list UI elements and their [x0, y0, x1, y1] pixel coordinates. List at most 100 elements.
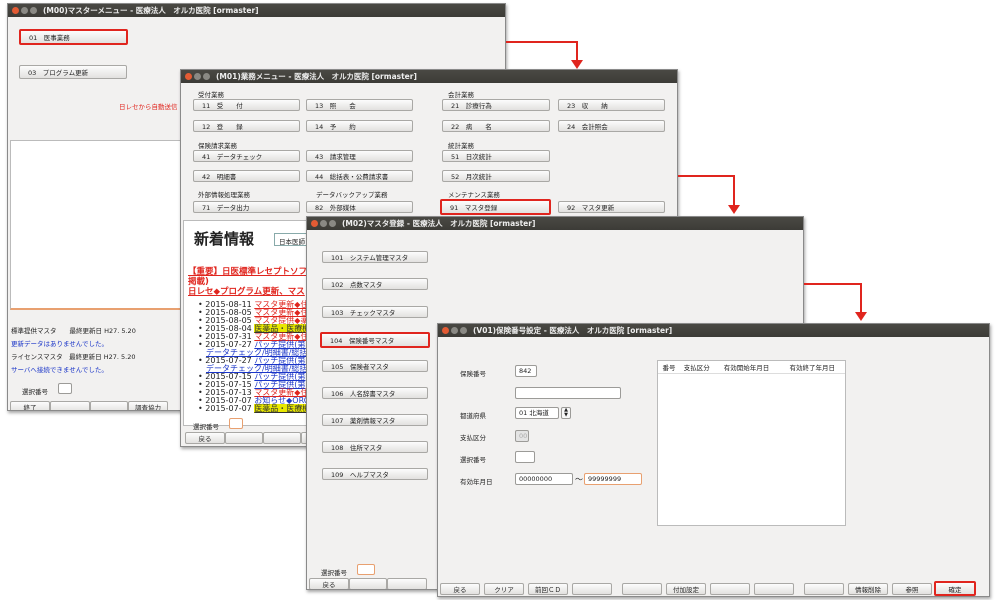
close-icon[interactable]: [311, 220, 318, 227]
fkey-prev-cd-button[interactable]: 前回ＣＤ: [528, 583, 568, 595]
prefecture-spin-icon[interactable]: ▲ ▼: [561, 407, 571, 419]
menu-11-reception-button[interactable]: 11 受 付: [193, 99, 300, 111]
fkey-8-button[interactable]: [754, 583, 794, 595]
menu-82-external-media-button[interactable]: 82 外部媒体: [306, 201, 413, 213]
news-important-3[interactable]: 日レセ◆プログラム更新、マス: [188, 285, 305, 297]
fkey-extra-settings-button[interactable]: 付加設定: [666, 583, 706, 595]
master-106-button[interactable]: 106 人名辞書マスタ: [322, 387, 428, 399]
license-master-info: ライセンスマスタ 最終更新日 H27. 5.20: [11, 353, 136, 361]
menu-12-register-button[interactable]: 12 登 録: [193, 120, 300, 132]
maximize-icon[interactable]: [329, 220, 336, 227]
table-header: 番号 支払区分 有効開始年月日 有効終了年月日: [658, 361, 845, 374]
fkey-delete-info-button[interactable]: 情報削除: [848, 583, 888, 595]
auto-send-notice: 日レセから自動送信: [119, 103, 178, 111]
valid-to-input[interactable]: 99999999: [584, 473, 642, 485]
m00-fkey-2[interactable]: [50, 401, 90, 410]
maximize-icon[interactable]: [30, 7, 37, 14]
master-104-button[interactable]: 104 保険番号マスタ: [320, 332, 430, 348]
close-icon[interactable]: [442, 327, 449, 334]
m00-fkey-survey[interactable]: 調査協力: [128, 401, 168, 410]
menu-91-master-register-button[interactable]: 91 マスタ登録: [440, 199, 551, 215]
menu-13-inquiry-button[interactable]: 13 照 会: [306, 99, 413, 111]
m01-fkey-3[interactable]: [263, 432, 301, 444]
m02-fkey-back[interactable]: 戻る: [309, 578, 349, 589]
payment-class-label: 支払区分: [460, 434, 486, 442]
menu-22-disease-button[interactable]: 22 病 名: [442, 120, 550, 132]
m00-fkey-end[interactable]: 終了: [10, 401, 50, 410]
menu-03-program-update-button[interactable]: 03 プログラム更新: [19, 65, 127, 79]
menu-41-data-check-button[interactable]: 41 データチェック: [193, 150, 300, 162]
col-payclass-header[interactable]: 支払区分: [680, 362, 714, 372]
select-no-input[interactable]: [515, 451, 535, 463]
menu-23-payment-button[interactable]: 23 収 納: [558, 99, 665, 111]
m01-fkey-2[interactable]: [225, 432, 263, 444]
master-102-button[interactable]: 102 点数マスタ: [322, 278, 428, 290]
fkey-4-button[interactable]: [572, 583, 612, 595]
fkey-9-button[interactable]: [804, 583, 844, 595]
menu-43-claim-manage-button[interactable]: 43 請求管理: [306, 150, 413, 162]
section-reception: 受付業務: [198, 91, 224, 99]
minimize-icon[interactable]: [320, 220, 327, 227]
master-101-button[interactable]: 101 システム管理マスタ: [322, 251, 428, 263]
select-no-label: 選択番号: [460, 456, 486, 464]
m02-select-input[interactable]: [357, 564, 375, 575]
m01-select-label: 選択番号: [193, 423, 219, 431]
m00-titlebar[interactable]: (M00)マスターメニュー - 医療法人 オルカ医院 [ormaster]: [8, 4, 505, 17]
fkey-confirm-button[interactable]: 確定: [934, 581, 976, 596]
m00-fkey-3[interactable]: [90, 401, 128, 410]
news-title: 新着情報: [194, 230, 255, 248]
prefecture-select[interactable]: 01 北海道: [515, 407, 559, 419]
col-end-header[interactable]: 有効終了年月日: [779, 362, 845, 372]
menu-42-statement-button[interactable]: 42 明細書: [193, 170, 300, 182]
minimize-icon[interactable]: [21, 7, 28, 14]
menu-21-treatment-button[interactable]: 21 診療行為: [442, 99, 550, 111]
maximize-icon[interactable]: [203, 73, 210, 80]
std-master-info: 標準提供マスタ 最終更新日 H27. 5.20: [11, 327, 136, 335]
fkey-back-button[interactable]: 戻る: [440, 583, 480, 595]
news-link[interactable]: 医薬品・医療機: [254, 404, 311, 413]
valid-from-input[interactable]: 00000000: [515, 473, 573, 485]
tilde-label: ～: [575, 475, 583, 484]
master-105-button[interactable]: 105 保険者マスタ: [322, 360, 428, 372]
m02-title: (M02)マスタ登録 - 医療法人 オルカ医院 [ormaster]: [342, 219, 536, 228]
master-103-button[interactable]: 103 チェックマスタ: [322, 306, 428, 318]
m01-select-input[interactable]: [229, 418, 243, 429]
fkey-clear-button[interactable]: クリア: [484, 583, 524, 595]
master-108-button[interactable]: 108 住所マスタ: [322, 441, 428, 453]
valid-date-label: 有効年月日: [460, 478, 493, 486]
license-master-status: サーバへ接続できませんでした。: [11, 366, 108, 374]
menu-52-monthly-stats-button[interactable]: 52 月次統計: [442, 170, 550, 182]
v01-titlebar[interactable]: (V01)保険番号設定 - 医療法人 オルカ医院 [ormaster]: [438, 324, 989, 337]
close-icon[interactable]: [185, 73, 192, 80]
m02-fkey-2[interactable]: [349, 578, 387, 589]
col-number-header[interactable]: 番号: [658, 362, 680, 372]
fkey-reference-button[interactable]: 参照: [892, 583, 932, 595]
minimize-icon[interactable]: [194, 73, 201, 80]
m01-titlebar[interactable]: (M01)業務メニュー - 医療法人 オルカ医院 [ormaster]: [181, 70, 677, 83]
menu-92-master-update-button[interactable]: 92 マスタ更新: [558, 201, 665, 213]
minimize-icon[interactable]: [451, 327, 458, 334]
news-date: 2015-07-07: [205, 404, 252, 413]
m02-titlebar[interactable]: (M02)マスタ登録 - 医療法人 オルカ医院 [ormaster]: [307, 217, 803, 230]
insurance-no-input[interactable]: 842: [515, 365, 537, 377]
menu-51-daily-stats-button[interactable]: 51 日次統計: [442, 150, 550, 162]
menu-44-summary-button[interactable]: 44 総括表・公費請求書: [306, 170, 413, 182]
maximize-icon[interactable]: [460, 327, 467, 334]
menu-01-medical-button[interactable]: 01 医事業務: [19, 29, 128, 45]
menu-14-reserve-button[interactable]: 14 予 約: [306, 120, 413, 132]
section-insurance-claim: 保険請求業務: [198, 142, 237, 150]
master-109-button[interactable]: 109 ヘルプマスタ: [322, 468, 428, 480]
fkey-5-button[interactable]: [622, 583, 662, 595]
master-107-button[interactable]: 107 薬剤情報マスタ: [322, 414, 428, 426]
close-icon[interactable]: [12, 7, 19, 14]
m01-fkey-back[interactable]: 戻る: [185, 432, 225, 444]
flow-arrow-v2: [733, 175, 735, 206]
menu-24-account-inquiry-button[interactable]: 24 会計照会: [558, 120, 665, 132]
flow-arrow-h3: [804, 283, 861, 285]
fkey-7-button[interactable]: [710, 583, 750, 595]
insurance-name-input[interactable]: [515, 387, 621, 399]
menu-71-data-output-button[interactable]: 71 データ出力: [193, 201, 300, 213]
m02-fkey-3[interactable]: [387, 578, 427, 589]
m00-select-input[interactable]: [58, 383, 72, 394]
col-start-header[interactable]: 有効開始年月日: [714, 362, 780, 372]
